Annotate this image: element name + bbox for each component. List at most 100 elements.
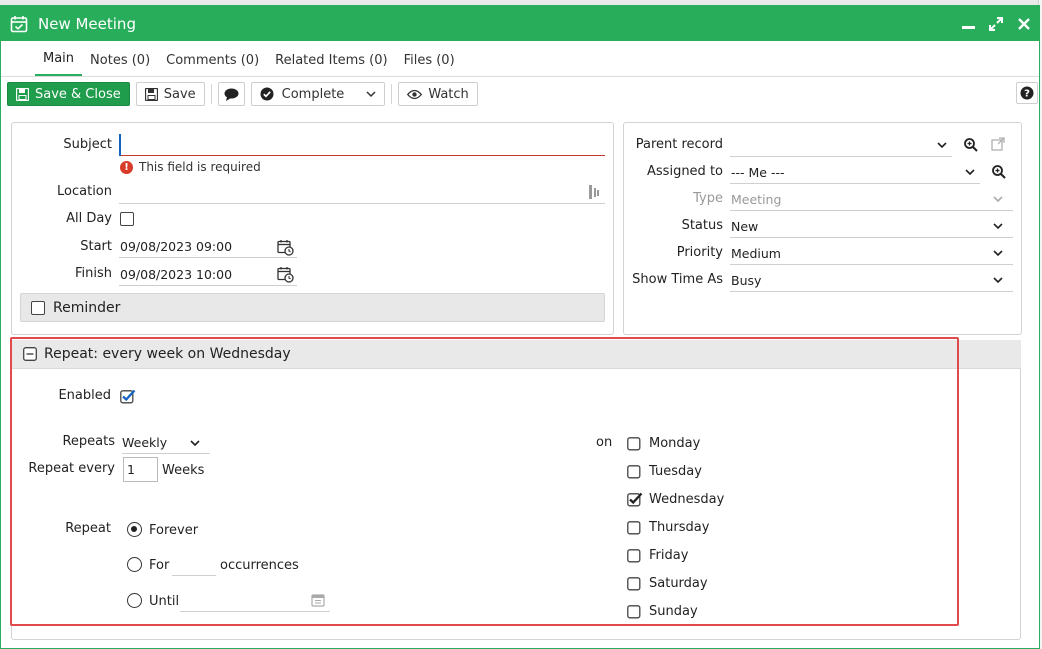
start-label: Start (80, 239, 112, 254)
save-icon (144, 87, 158, 101)
enabled-label: Enabled (58, 388, 111, 403)
priority-label: Priority (676, 245, 723, 260)
tab-bar: Main Notes (0) Comments (0) Related Item… (1, 41, 1039, 77)
weekday-checkbox-wednesday[interactable] (627, 492, 643, 507)
calendar-clock-icon[interactable] (277, 239, 294, 256)
tab-related-items[interactable]: Related Items (0) (267, 53, 395, 76)
location-input[interactable] (119, 182, 605, 204)
close-icon[interactable] (1017, 17, 1031, 31)
finish-datetime-input[interactable]: 09/08/2023 10:00 (119, 264, 297, 286)
chevron-down-icon[interactable] (993, 277, 1003, 284)
weekday-checkbox-sunday[interactable] (627, 604, 643, 619)
calendar-check-icon (10, 15, 28, 32)
zoom-icon[interactable] (964, 138, 978, 152)
weekday-checkbox-saturday[interactable] (627, 576, 643, 591)
save-icon (16, 87, 29, 101)
repeats-select[interactable]: Weekly (122, 432, 210, 454)
show-time-as-select[interactable]: Busy (730, 270, 1013, 292)
until-radio[interactable] (127, 593, 142, 608)
tab-main[interactable]: Main (35, 51, 83, 76)
subject-error: ! This field is required (120, 160, 261, 174)
svg-text:?: ? (1024, 89, 1030, 100)
parent-record-label: Parent record (635, 137, 723, 152)
weekday-checkbox-monday[interactable] (627, 436, 643, 451)
weekday-label-sunday: Sunday (649, 604, 698, 619)
repeats-label: Repeats (62, 434, 115, 449)
weekday-checkbox-friday[interactable] (627, 548, 643, 563)
weekday-checkbox-thursday[interactable] (627, 520, 643, 535)
weekday-label-tuesday: Tuesday (649, 464, 702, 479)
calendar-icon[interactable] (311, 593, 325, 607)
for-label: For (149, 558, 170, 573)
complete-dropdown[interactable]: Complete (250, 82, 386, 106)
for-radio[interactable] (127, 557, 142, 572)
chevron-down-icon[interactable] (937, 142, 947, 149)
error-icon: ! (120, 160, 133, 174)
weekday-label-friday: Friday (649, 548, 689, 563)
weekday-checkbox-tuesday[interactable] (627, 464, 643, 479)
finish-label: Finish (74, 266, 112, 281)
subject-input[interactable] (119, 134, 605, 156)
save-close-button[interactable]: Save & Close (7, 82, 130, 106)
map-picker-icon[interactable] (588, 184, 600, 200)
subject-error-text: This field is required (139, 160, 261, 174)
watch-button[interactable]: Watch (398, 82, 478, 106)
save-button[interactable]: Save (135, 82, 205, 106)
assigned-to-select[interactable]: --- Me --- (730, 162, 980, 184)
weekday-label-saturday: Saturday (649, 576, 708, 591)
weekday-label-monday: Monday (649, 436, 701, 451)
on-label: on (596, 435, 613, 450)
repeat-mode-label: Repeat (65, 521, 111, 536)
external-link-icon[interactable] (991, 137, 1005, 151)
allday-checkbox[interactable] (120, 212, 134, 226)
priority-select[interactable]: Medium (730, 243, 1013, 265)
repeat-every-label: Repeat every (28, 461, 115, 476)
text-caret (119, 134, 121, 156)
weekday-label-wednesday: Wednesday (649, 492, 725, 507)
maximize-icon[interactable] (989, 16, 1003, 31)
toolbar: Save & Close Save Complete Watch (1, 77, 1039, 111)
status-label: Status (681, 218, 723, 233)
forever-label: Forever (149, 523, 199, 538)
subject-label: Subject (63, 137, 112, 152)
comment-button[interactable] (217, 82, 245, 106)
chevron-down-icon[interactable] (965, 169, 975, 176)
calendar-clock-icon[interactable] (277, 266, 294, 283)
zoom-icon[interactable] (992, 165, 1006, 179)
watch-label: Watch (428, 86, 469, 102)
question-circle-icon: ? (1020, 86, 1034, 100)
show-time-as-label: Show Time As (632, 272, 723, 287)
save-label: Save (163, 86, 196, 102)
repeats-value: Weekly (122, 435, 168, 450)
tab-files[interactable]: Files (0) (396, 53, 463, 76)
weekday-label-thursday: Thursday (649, 520, 710, 535)
forever-radio[interactable] (127, 522, 142, 537)
tab-comments[interactable]: Comments (0) (158, 53, 267, 76)
parent-record-select[interactable] (730, 135, 952, 157)
minimize-icon[interactable] (961, 17, 975, 31)
occurrences-input[interactable] (172, 554, 216, 576)
repeat-every-input[interactable]: 1 (123, 457, 158, 482)
start-datetime-input[interactable]: 09/08/2023 09:00 (119, 236, 297, 258)
status-select[interactable]: New (730, 216, 1013, 238)
location-label: Location (57, 184, 112, 199)
chevron-down-icon[interactable] (993, 223, 1003, 230)
reminder-section-header[interactable]: Reminder (20, 293, 605, 322)
reminder-label: Reminder (53, 299, 121, 316)
chevron-down-icon (190, 440, 200, 447)
chevron-down-icon[interactable] (993, 250, 1003, 257)
reminder-checkbox[interactable] (31, 300, 45, 315)
check-circle-icon (260, 87, 274, 101)
help-button[interactable]: ? (1016, 82, 1038, 104)
assigned-to-label: Assigned to (647, 164, 723, 179)
title-bar: New Meeting (1, 6, 1039, 41)
until-label: Until (149, 594, 180, 609)
save-close-label: Save & Close (35, 86, 121, 102)
tab-notes[interactable]: Notes (0) (82, 53, 158, 76)
chevron-down-icon (993, 196, 1003, 203)
occurrences-label: occurrences (220, 558, 299, 573)
chevron-down-icon (366, 90, 376, 97)
until-date-input[interactable] (180, 590, 330, 612)
enabled-checkbox[interactable] (120, 389, 136, 404)
toolbar-divider (391, 84, 393, 104)
